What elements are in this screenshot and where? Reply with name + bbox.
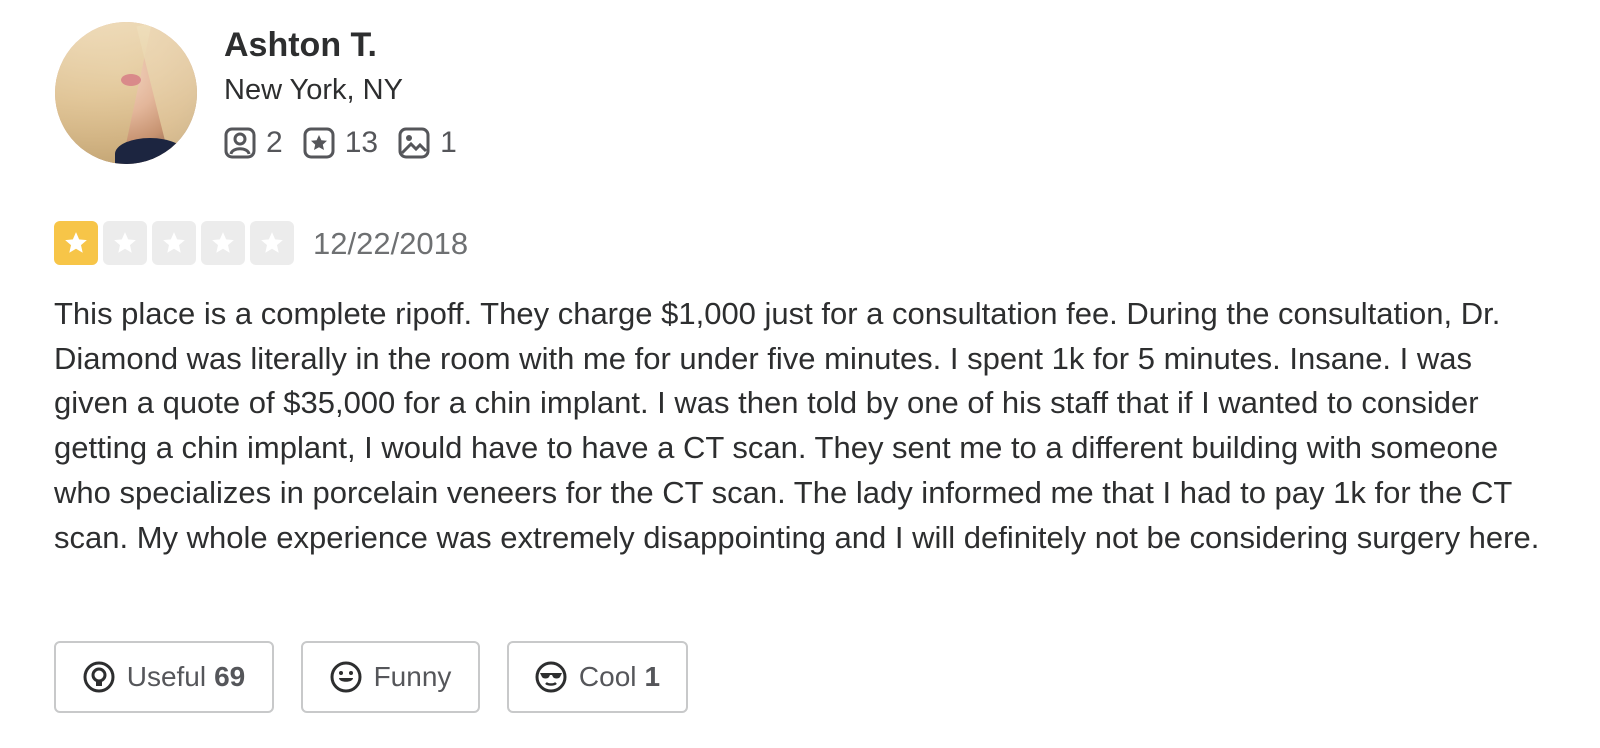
- avatar-clothing: [115, 138, 185, 164]
- review-text: This place is a complete ripoff. They ch…: [54, 296, 1540, 555]
- stat-photos: 1: [398, 126, 457, 160]
- useful-count: 69: [214, 661, 246, 692]
- rating-star-1: [54, 221, 98, 265]
- funny-button[interactable]: Funny: [301, 641, 480, 713]
- user-name[interactable]: Ashton T.: [224, 26, 377, 65]
- photos-count: 1: [440, 126, 457, 159]
- user-stats: 2 13 1: [224, 126, 477, 160]
- cool-label: Cool: [578, 661, 637, 692]
- useful-label: Useful: [126, 661, 207, 692]
- friends-count: 2: [266, 126, 283, 159]
- rating-star-5: [250, 221, 294, 265]
- useful-button[interactable]: Useful 69: [54, 641, 274, 713]
- star-icon: [114, 232, 136, 253]
- star-icon: [65, 232, 87, 253]
- friends-icon: [224, 127, 256, 159]
- user-location: New York, NY: [224, 74, 403, 106]
- star-icon: [163, 232, 185, 253]
- stat-friends: 2: [224, 126, 283, 160]
- rating-star-4: [201, 221, 245, 265]
- rating-star-2: [103, 221, 147, 265]
- review-star-icon: [303, 127, 335, 159]
- funny-label: Funny: [373, 661, 452, 692]
- star-icon: [212, 232, 234, 253]
- photo-icon: [398, 127, 430, 159]
- reaction-buttons: Useful 69 Funny Cool 1: [54, 641, 715, 713]
- star-rating: [54, 221, 299, 265]
- cool-button[interactable]: Cool 1: [507, 641, 688, 713]
- review-date: 12/22/2018: [313, 226, 469, 261]
- rating-star-3: [152, 221, 196, 265]
- reviews-count: 13: [344, 126, 379, 159]
- avatar-lips: [121, 74, 141, 86]
- star-icon: [261, 232, 283, 253]
- useful-icon: [83, 661, 115, 693]
- cool-count: 1: [644, 661, 661, 692]
- stat-reviews: 13: [303, 126, 378, 160]
- user-avatar[interactable]: [55, 22, 197, 164]
- funny-icon: [330, 661, 362, 693]
- cool-icon: [535, 661, 567, 693]
